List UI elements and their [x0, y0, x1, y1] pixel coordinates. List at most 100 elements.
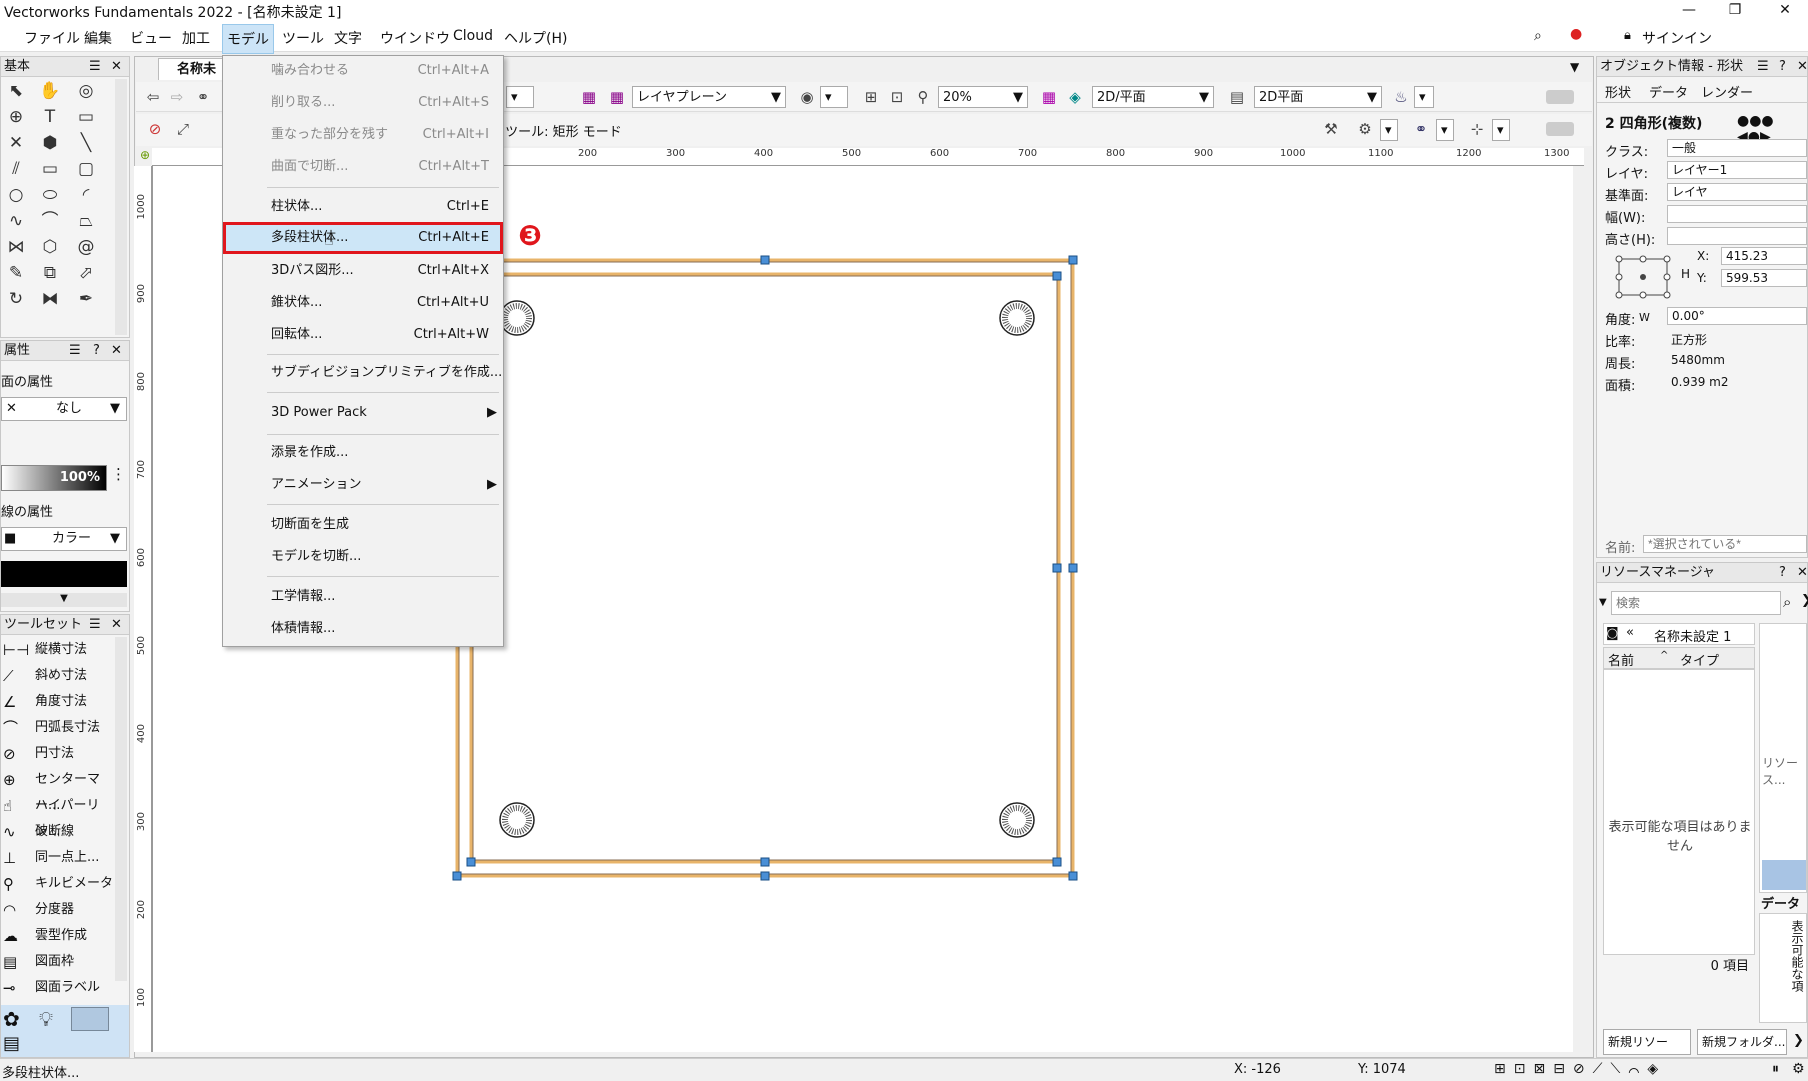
menu-item-create-section[interactable]: 切断面を生成	[223, 512, 503, 538]
offset-tool-icon[interactable]: ⧉	[35, 261, 65, 285]
tool-item[interactable]: ◠ 分度器	[1, 897, 113, 923]
new-resource-button[interactable]: 新規リソース...	[1603, 1029, 1691, 1073]
eyedropper-tool-icon[interactable]: ✎	[1, 261, 31, 285]
collapse-arrow-icon[interactable]: ▼	[1, 593, 127, 607]
menu-item-intersection[interactable]: 重なった部分を残す Ctrl+Alt+I	[223, 122, 503, 148]
tool-item[interactable]: ∠ 角度寸法	[1, 689, 113, 715]
callout-tool-icon[interactable]: ▭	[71, 105, 101, 129]
toolset-scrollbar[interactable]	[115, 637, 127, 981]
selection-handles[interactable]	[452, 255, 1078, 881]
more-options-icon[interactable]: ❯	[1793, 1033, 1804, 1048]
menu-view[interactable]: ビュー	[130, 28, 172, 48]
tab-list-arrow-icon[interactable]: ▼	[1570, 60, 1579, 74]
tool-item[interactable]: ☝ ハイパーリン...	[1, 793, 113, 839]
menu-file[interactable]: ファイル	[24, 28, 80, 48]
no-snap-icon[interactable]: ⊘	[144, 118, 166, 140]
menu-help[interactable]: ヘルプ(H)	[504, 28, 567, 48]
zoom-icon[interactable]: ⚲	[912, 86, 934, 108]
height-field[interactable]	[1667, 227, 1807, 245]
tab-shape[interactable]: 形状	[1605, 82, 1631, 101]
width-field[interactable]	[1667, 205, 1807, 223]
tool-item[interactable]: ⊘ 円寸法	[1, 741, 113, 767]
double-line-tool-icon[interactable]: ⫽	[1, 157, 31, 181]
tool-item[interactable]: ⊥ 同一点上...	[1, 845, 113, 871]
regular-polygon-tool-icon[interactable]: ⬡	[35, 235, 65, 259]
y-field[interactable]: 599.53	[1721, 269, 1807, 287]
resource-file-row[interactable]: ◙ « 名称未設定 1	[1603, 623, 1755, 645]
col-type[interactable]: タイプ	[1680, 650, 1719, 669]
document-tab[interactable]: 名称未	[158, 58, 226, 80]
line-color-swatch[interactable]	[1, 561, 127, 587]
notification-icon[interactable]: ●	[1570, 26, 1582, 42]
tab-render[interactable]: レンダー	[1701, 82, 1753, 101]
tab-data[interactable]: データ	[1649, 82, 1688, 101]
mirror-tool-icon[interactable]: ⧓	[35, 287, 65, 311]
visibility-dropdown[interactable]: ▾	[820, 86, 848, 108]
angle-field[interactable]: 0.00°	[1667, 307, 1807, 325]
tool-item[interactable]: ⚲ キルビメータ	[1, 871, 113, 897]
zoom-dropdown[interactable]: 20% ▼	[938, 86, 1028, 108]
zoom-tool-icon[interactable]: ⊕	[1, 105, 31, 129]
reshape-tool-icon[interactable]: ⬀	[71, 261, 101, 285]
lighting-icon[interactable]: ♨	[1390, 86, 1412, 108]
grid-icon[interactable]: ▦	[1038, 86, 1060, 108]
bulb-tab-icon[interactable]: 💡︎	[39, 1007, 53, 1031]
menu-window[interactable]: ウインドウ	[380, 28, 450, 48]
origin-icon[interactable]: ⊕	[140, 148, 152, 166]
tool-item[interactable]: ∿ 破断線	[1, 819, 113, 845]
render-dropdown[interactable]: 2D平面 ▼	[1254, 86, 1382, 108]
rounded-rect-tool-icon[interactable]: ▢	[71, 157, 101, 181]
menu-item-subtract[interactable]: 削り取る... Ctrl+Alt+S	[223, 90, 503, 116]
name-field[interactable]	[1643, 535, 1807, 553]
fill-dropdown[interactable]: ✕ なし ▼	[1, 397, 127, 421]
smart-point-dropdown[interactable]: ▾	[1492, 119, 1510, 141]
menu-item-add-scenery[interactable]: 添景を作成...	[223, 440, 503, 466]
class-dropdown[interactable]: 一般	[1667, 139, 1807, 157]
layer-dropdown[interactable]: レイヤー1	[1667, 161, 1807, 179]
menu-item-subdivision[interactable]: サブディビジョンプリミティブを作成...	[223, 360, 503, 386]
layer-plane-dropdown[interactable]: レイヤプレーン ▼	[632, 86, 786, 108]
new-folder-button[interactable]: 新規フォルダ...	[1697, 1029, 1787, 1055]
snap-object-icon[interactable]: ⚭	[1410, 118, 1432, 140]
zoom-fit-icon[interactable]: ⊞	[860, 86, 882, 108]
search-icon[interactable]: ⌕	[1534, 28, 1542, 44]
settings-icon[interactable]: ⚙	[1792, 1061, 1805, 1077]
class-dropdown[interactable]: ▾	[506, 86, 534, 108]
menu-item-engineering-properties[interactable]: 工学情報...	[223, 584, 503, 610]
circle-tool-icon[interactable]: ○	[1, 183, 31, 207]
render-options-icon[interactable]: ▤	[1226, 86, 1248, 108]
resource-search-input[interactable]	[1611, 591, 1781, 615]
minimize-icon[interactable]: —	[1666, 0, 1712, 22]
menu-text[interactable]: 文字	[334, 28, 362, 48]
settings-gear-icon[interactable]: ⚙	[1354, 118, 1376, 140]
palette-scrollbar[interactable]	[115, 79, 127, 335]
menu-model[interactable]: モデル	[222, 24, 274, 54]
canvas-scrollbar[interactable]	[1573, 166, 1585, 1052]
sort-icon[interactable]: ^	[1660, 650, 1668, 661]
search-menu-arrow-icon[interactable]: ▼	[1599, 597, 1607, 608]
double-polygon-tool-icon[interactable]: ⋈	[1, 235, 31, 259]
plane-dropdown[interactable]: レイヤ	[1667, 183, 1807, 201]
text-tool-icon[interactable]: T	[35, 105, 65, 129]
flyover-tool-icon[interactable]: ◎	[71, 79, 101, 103]
menu-item-sweep[interactable]: 回転体... Ctrl+Alt+W	[223, 322, 503, 348]
polyline-tool-icon[interactable]: ⌒	[35, 209, 65, 233]
close-icon[interactable]: ✕	[1762, 0, 1808, 22]
tool-item[interactable]: ⊕ センターマー...	[1, 767, 113, 813]
spiral-tool-icon[interactable]: @	[71, 235, 101, 259]
menu-item-volume-properties[interactable]: 体積情報...	[223, 616, 503, 642]
search-icon[interactable]: ⌕	[1783, 593, 1791, 611]
opacity-more-icon[interactable]: ⋮	[111, 465, 126, 483]
zoom-selection-icon[interactable]: ⊡	[886, 86, 908, 108]
line-tool-icon[interactable]: ╲	[71, 131, 101, 155]
menu-modify[interactable]: 加工	[182, 28, 210, 48]
oval-tool-icon[interactable]: ⬭	[35, 183, 65, 207]
split-tool-icon[interactable]: ✒	[71, 287, 101, 311]
menu-item-multiple-extrude[interactable]: 多段柱状体... Ctrl+Alt+E	[223, 222, 503, 254]
tool-item[interactable]: ☁ 雲型作成	[1, 923, 113, 949]
rectangle-tool-icon[interactable]: ▭	[35, 157, 65, 181]
class-options-icon[interactable]: ▦	[606, 86, 628, 108]
menu-cloud[interactable]: Cloud	[453, 28, 493, 44]
forward-icon[interactable]: ⇨	[166, 86, 188, 108]
menu-item-animation[interactable]: アニメーション ▶	[223, 472, 503, 498]
